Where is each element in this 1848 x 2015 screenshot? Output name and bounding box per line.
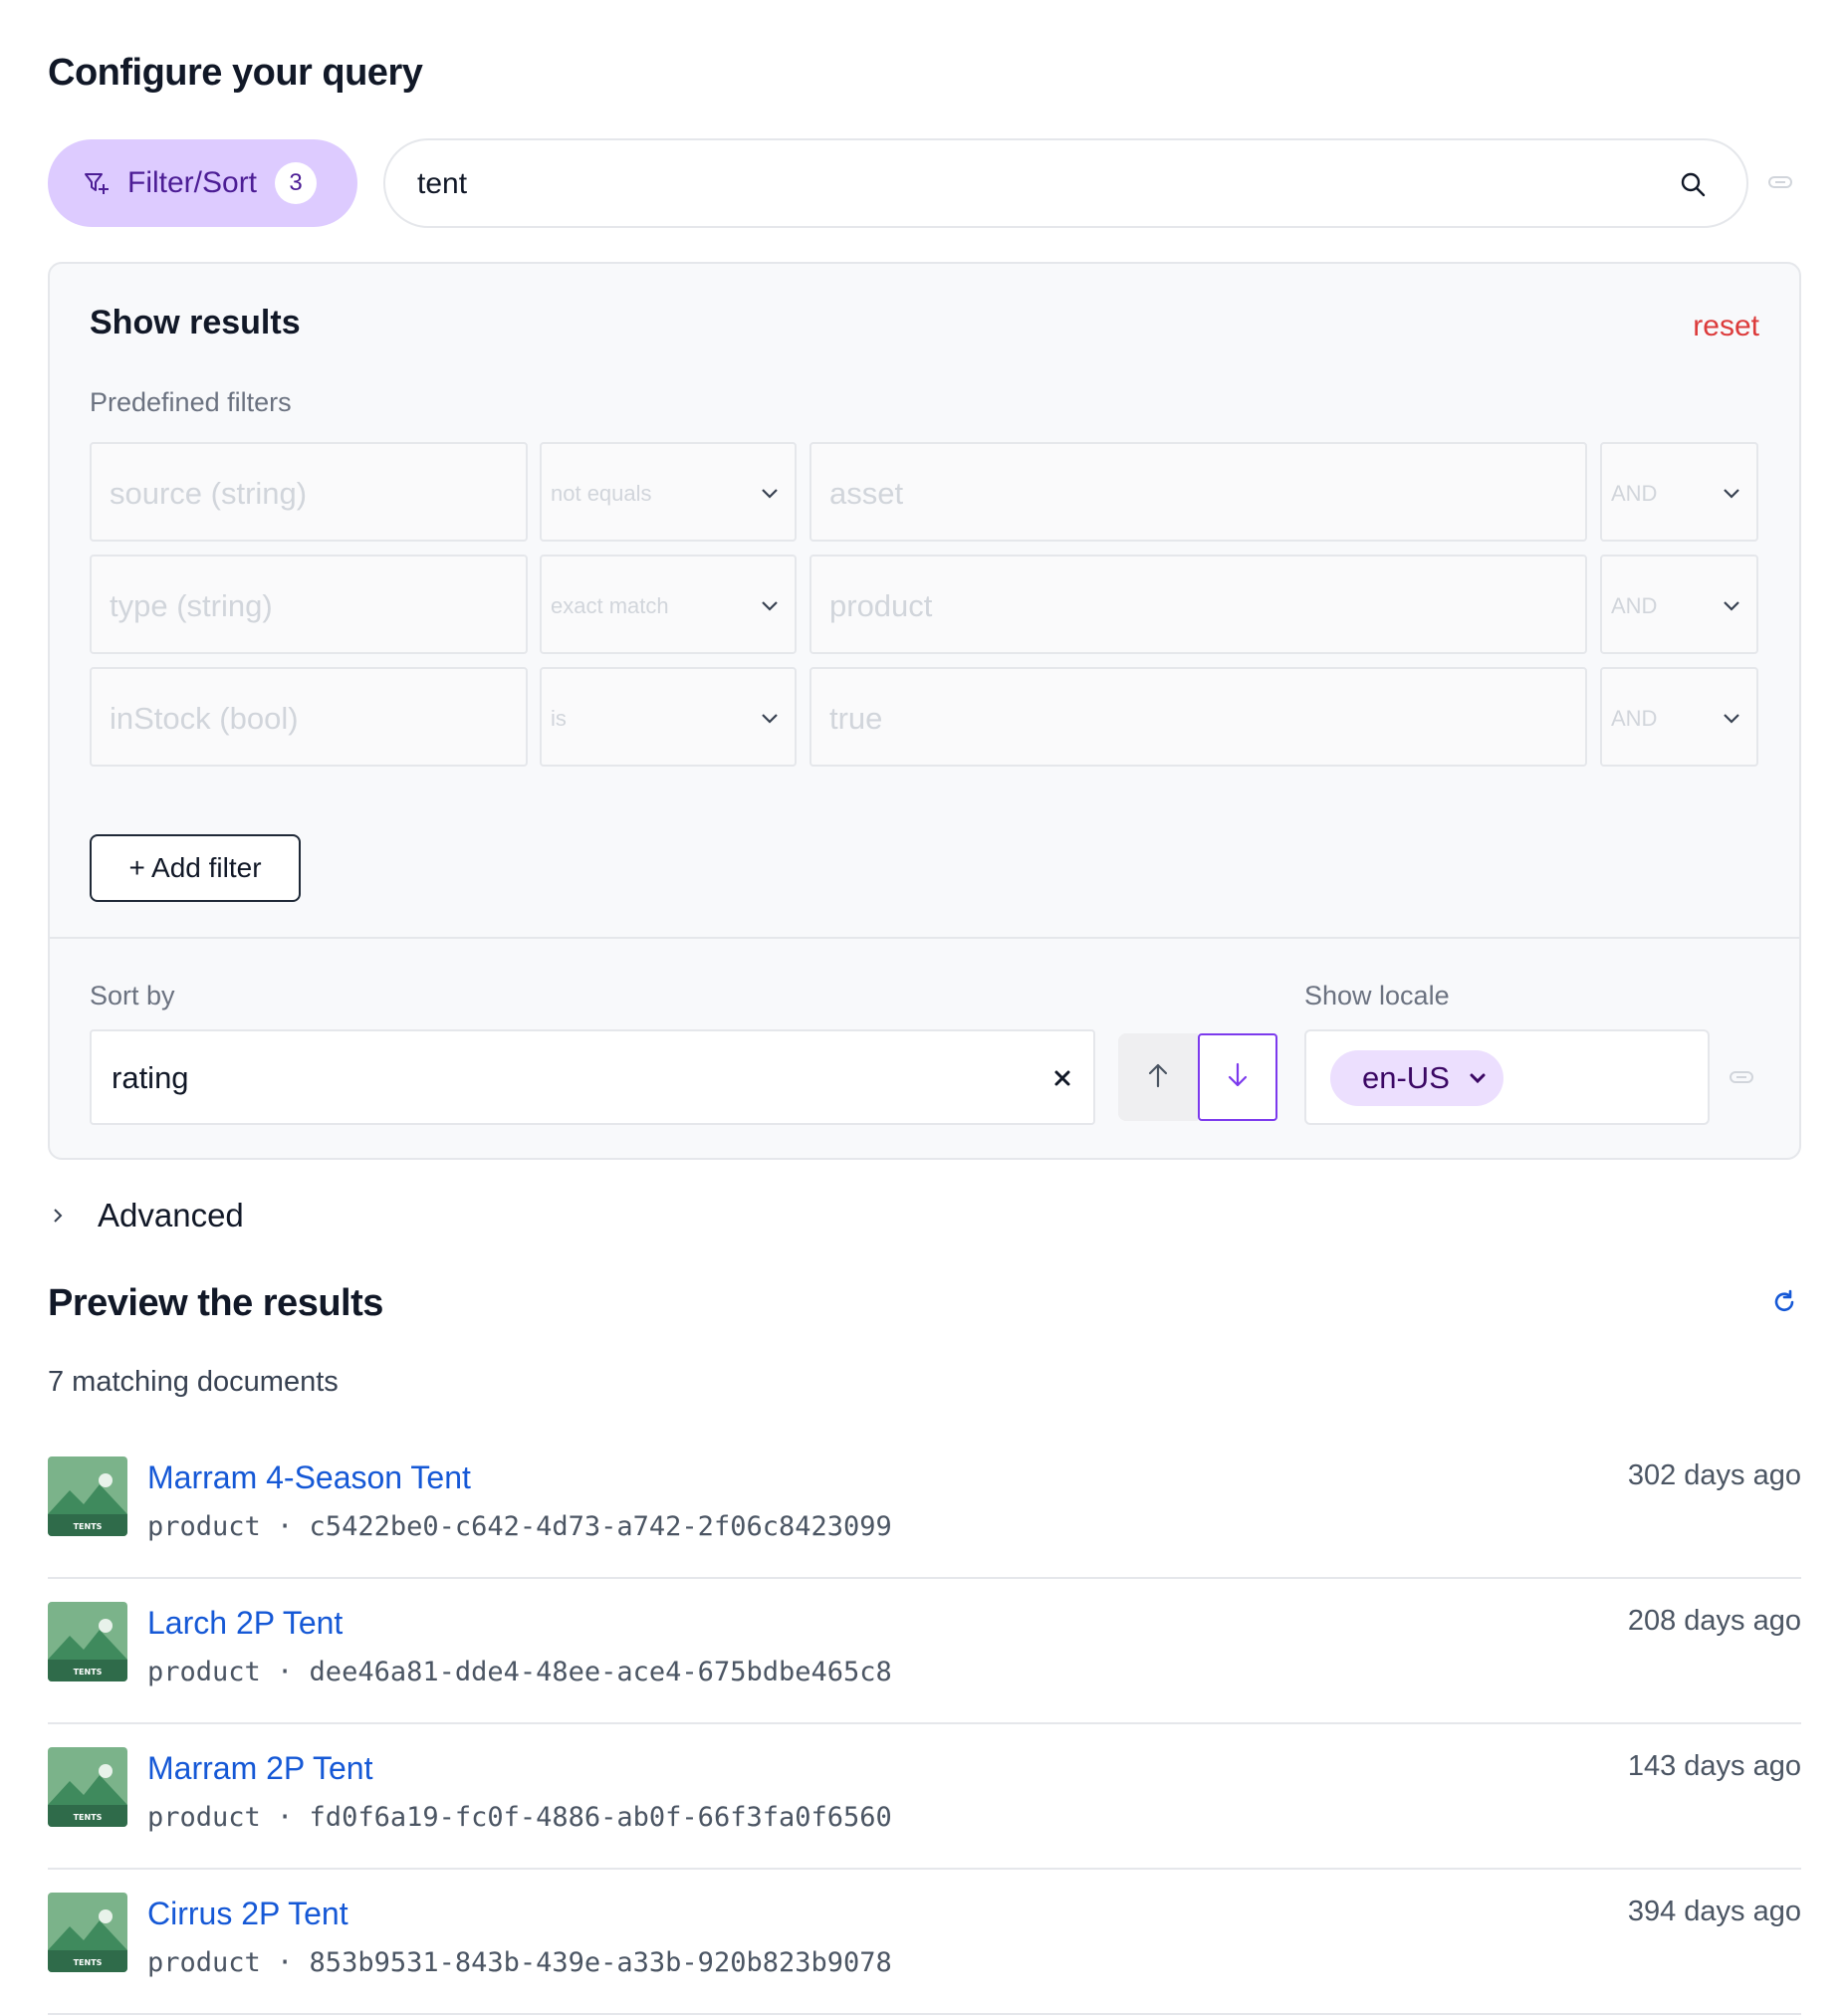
tents-thumbnail: TENTS <box>48 1456 127 1536</box>
filter-value-text: asset <box>829 476 904 511</box>
link-icon[interactable] <box>1767 173 1793 191</box>
tents-thumbnail: TENTS <box>48 1602 127 1681</box>
filter-field-text: inStock (bool) <box>110 701 299 736</box>
filter-operator-text: is <box>551 706 567 731</box>
sort-ascending-button[interactable] <box>1118 1033 1198 1121</box>
result-meta: product · c5422be0-c642-4d73-a742-2f06c8… <box>147 1511 892 1542</box>
link-icon[interactable] <box>1729 1068 1754 1086</box>
filter-value-text: product <box>829 588 933 623</box>
predefined-filters-label: Predefined filters <box>90 387 292 417</box>
filter-field-text: type (string) <box>110 588 273 623</box>
chevron-down-icon <box>759 482 781 504</box>
chevron-right-icon <box>48 1206 68 1226</box>
list-item: TENTS Larch 2P Tent product · dee46a81-d… <box>48 1579 1801 1724</box>
filter-sort-label: Filter/Sort <box>127 166 258 199</box>
result-title-link[interactable]: Larch 2P Tent <box>147 1605 343 1642</box>
filter-row: inStock (bool) is true AND <box>90 667 1762 767</box>
filter-plus-icon <box>82 168 112 198</box>
list-item: TENTS Marram 4-Season Tent product · c54… <box>48 1434 1801 1579</box>
thumb-label: TENTS <box>74 1522 103 1531</box>
tents-thumbnail: TENTS <box>48 1747 127 1827</box>
filter-conjunction-select[interactable]: AND <box>1600 667 1758 767</box>
search-icon[interactable] <box>1679 170 1707 198</box>
locale-value: en-US <box>1362 1060 1450 1095</box>
filter-field[interactable]: type (string) <box>90 555 528 654</box>
divider <box>50 937 1799 939</box>
locale-field: en-US <box>1304 1029 1710 1125</box>
search-value: tent <box>417 167 468 200</box>
result-timestamp: 143 days ago <box>1627 1750 1801 1782</box>
results-list: TENTS Marram 4-Season Tent product · c54… <box>48 1434 1801 2015</box>
filter-conjunction-text: AND <box>1611 706 1658 731</box>
filter-operator-text: exact match <box>551 593 669 618</box>
chevron-down-icon <box>1721 707 1742 729</box>
refresh-icon[interactable] <box>1770 1288 1798 1316</box>
reset-link[interactable]: reset <box>1693 310 1759 343</box>
sort-by-label: Sort by <box>90 981 175 1010</box>
arrow-down-icon <box>1226 1061 1250 1094</box>
advanced-toggle[interactable]: Advanced <box>48 1197 244 1234</box>
filter-row: source (string) not equals asset AND <box>90 442 1762 542</box>
filter-operator-select[interactable]: not equals <box>540 442 797 542</box>
page: Configure your query Filter/Sort 3 tent … <box>0 0 1848 2015</box>
filter-sort-panel: Show results reset Predefined filters so… <box>48 262 1801 1160</box>
preview-heading: Preview the results <box>48 1282 383 1324</box>
filter-value[interactable]: asset <box>809 442 1587 542</box>
filter-field[interactable]: inStock (bool) <box>90 667 528 767</box>
result-title-link[interactable]: Cirrus 2P Tent <box>147 1896 348 1932</box>
result-timestamp: 302 days ago <box>1627 1459 1801 1491</box>
list-item: TENTS Marram 2P Tent product · fd0f6a19-… <box>48 1724 1801 1870</box>
page-title: Configure your query <box>48 52 423 94</box>
result-title-link[interactable]: Marram 2P Tent <box>147 1750 372 1787</box>
list-item: TENTS Cirrus 2P Tent product · 853b9531-… <box>48 1870 1801 2015</box>
filter-sort-button[interactable]: Filter/Sort 3 <box>48 139 357 227</box>
result-meta: product · fd0f6a19-fc0f-4886-ab0f-66f3fa… <box>147 1802 892 1833</box>
matching-count: 7 matching documents <box>48 1366 339 1398</box>
result-timestamp: 208 days ago <box>1627 1605 1801 1637</box>
filter-field[interactable]: source (string) <box>90 442 528 542</box>
filter-field-text: source (string) <box>110 476 308 511</box>
chevron-down-icon <box>759 707 781 729</box>
filter-operator-text: not equals <box>551 481 652 506</box>
result-title-link[interactable]: Marram 4-Season Tent <box>147 1459 471 1496</box>
search-input[interactable]: tent <box>383 138 1748 228</box>
thumb-label: TENTS <box>74 1958 103 1967</box>
filter-value[interactable]: product <box>809 555 1587 654</box>
tents-thumbnail: TENTS <box>48 1893 127 1972</box>
filter-row: type (string) exact match product AND <box>90 555 1762 654</box>
filter-value-text: true <box>829 701 883 736</box>
show-locale-label: Show locale <box>1304 981 1450 1010</box>
filter-conjunction-text: AND <box>1611 593 1658 618</box>
filter-count-badge: 3 <box>275 162 318 204</box>
add-filter-button[interactable]: + Add filter <box>90 834 301 902</box>
chevron-down-icon <box>1468 1068 1488 1088</box>
chevron-down-icon <box>1721 482 1742 504</box>
locale-select[interactable]: en-US <box>1330 1050 1503 1106</box>
filter-operator-select[interactable]: exact match <box>540 555 797 654</box>
sort-by-input[interactable]: rating <box>90 1029 1095 1125</box>
chevron-down-icon <box>759 594 781 616</box>
result-meta: product · dee46a81-dde4-48ee-ace4-675bdb… <box>147 1657 892 1687</box>
thumb-label: TENTS <box>74 1668 103 1677</box>
filter-conjunction-select[interactable]: AND <box>1600 442 1758 542</box>
advanced-label: Advanced <box>98 1197 244 1233</box>
sort-by-value: rating <box>112 1060 189 1095</box>
result-meta: product · 853b9531-843b-439e-a33b-920b82… <box>147 1947 892 1978</box>
chevron-down-icon <box>1721 594 1742 616</box>
sort-descending-button[interactable] <box>1198 1033 1277 1121</box>
thumb-label: TENTS <box>74 1813 103 1822</box>
result-timestamp: 394 days ago <box>1627 1896 1801 1927</box>
show-results-heading: Show results <box>90 304 301 341</box>
filter-value[interactable]: true <box>809 667 1587 767</box>
arrow-up-icon <box>1146 1061 1170 1094</box>
clear-icon[interactable] <box>1051 1067 1073 1089</box>
filter-conjunction-text: AND <box>1611 481 1658 506</box>
filter-operator-select[interactable]: is <box>540 667 797 767</box>
filter-conjunction-select[interactable]: AND <box>1600 555 1758 654</box>
